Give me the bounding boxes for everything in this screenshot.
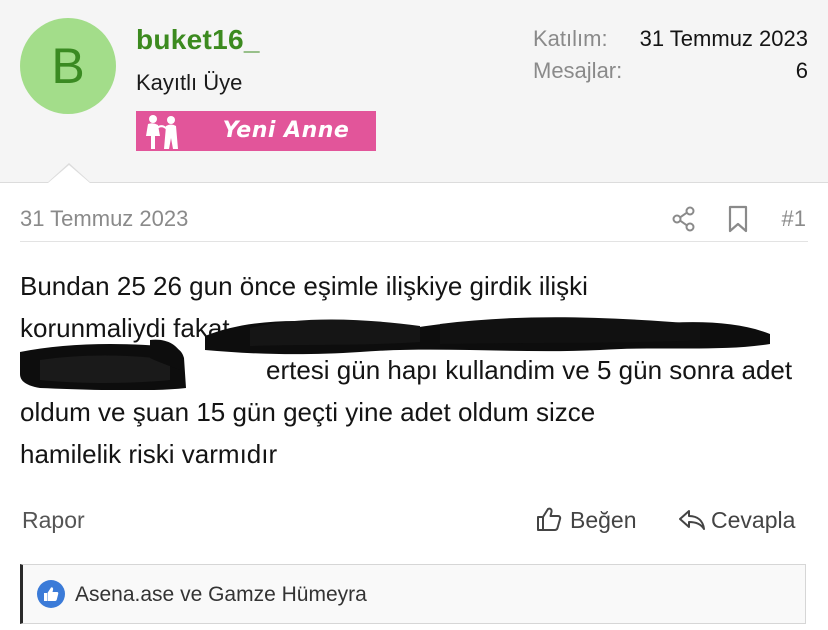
- rank-label: Yeni Anne: [222, 118, 350, 143]
- reply-label: Cevapla: [711, 507, 796, 533]
- post-line: oldum ve şuan 15 gün geçti yine adet old…: [20, 397, 596, 427]
- share-icon[interactable]: [671, 206, 697, 232]
- user-stats: Katılım: 31 Temmuz 2023 Mesajlar: 6: [533, 26, 808, 90]
- bookmark-icon[interactable]: [726, 205, 750, 233]
- header-pointer-fill: [48, 165, 90, 183]
- post-line: hamilelik riski varmıdır: [20, 439, 278, 469]
- like-label: Beğen: [570, 507, 637, 533]
- stat-value[interactable]: 6: [796, 58, 808, 84]
- rank-figure-icon: [146, 115, 178, 149]
- divider: [20, 241, 808, 242]
- reactions-bar[interactable]: Asena.ase ve Gamze Hümeyra: [20, 564, 806, 624]
- rank-banner: Yeni Anne: [136, 111, 376, 151]
- user-header: B buket16_ Kayıtlı Üye Yeni Anne Katılım…: [0, 0, 828, 183]
- username[interactable]: buket16_: [136, 24, 260, 56]
- reaction-users[interactable]: Asena.ase ve Gamze Hümeyra: [75, 583, 367, 607]
- like-reaction-icon: [37, 580, 65, 608]
- user-title: Kayıtlı Üye: [136, 70, 243, 95]
- post-date[interactable]: 31 Temmuz 2023: [20, 206, 188, 232]
- stat-value: 31 Temmuz 2023: [639, 26, 808, 51]
- stat-row-messages: Mesajlar: 6: [533, 58, 808, 90]
- avatar[interactable]: B: [20, 18, 116, 114]
- thumbs-up-icon: [537, 507, 562, 531]
- redaction-scribble: [20, 317, 770, 390]
- reply-icon: [679, 510, 705, 530]
- stat-row-joined: Katılım: 31 Temmuz 2023: [533, 26, 808, 58]
- stat-label: Katılım:: [533, 26, 608, 51]
- stat-label: Mesajlar:: [533, 58, 623, 83]
- report-button[interactable]: Rapor: [22, 507, 85, 534]
- post-number[interactable]: #1: [782, 206, 806, 232]
